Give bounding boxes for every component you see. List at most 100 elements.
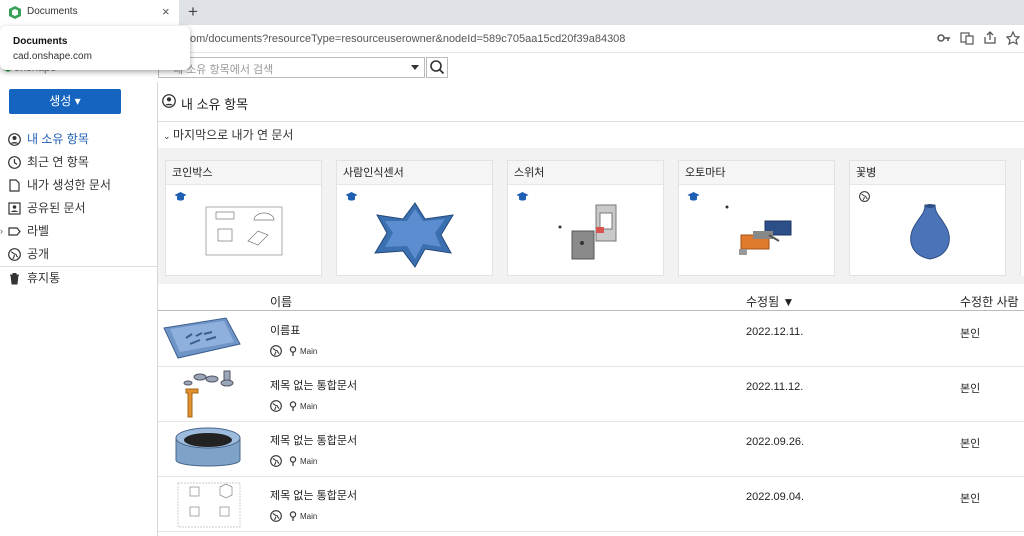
graduation-cap-icon <box>516 192 529 201</box>
label-tag-icon <box>8 227 21 236</box>
tooltip-title: Documents <box>13 36 68 47</box>
sidebar-item-recent[interactable]: 최근 연 항목 <box>0 151 157 174</box>
modified-date: 2022.09.26. <box>746 436 805 448</box>
search-icon <box>430 60 445 75</box>
branch-pin-icon <box>289 401 297 411</box>
close-tab-icon[interactable]: × <box>162 4 170 19</box>
column-modified[interactable]: 수정됨 ▼ <box>746 293 794 310</box>
globe-icon <box>859 191 870 202</box>
document-name[interactable]: 이름표 <box>270 322 300 338</box>
sidebar-item-label: 공유된 문서 <box>27 201 86 215</box>
document-name[interactable]: 제목 없는 통합문서 <box>270 377 357 393</box>
document-name[interactable]: 제목 없는 통합문서 <box>270 432 357 448</box>
globe-icon <box>270 400 282 412</box>
branch-name: Main <box>300 402 318 411</box>
sidebar-item-public[interactable]: 공개 <box>0 243 157 266</box>
card-title: 꽃병 <box>850 161 1005 185</box>
onshape-favicon-icon <box>9 6 21 19</box>
graduation-cap-icon <box>687 192 700 201</box>
sidebar-item-shared[interactable]: 공유된 문서 <box>0 197 157 220</box>
modified-date: 2022.09.04. <box>746 491 805 503</box>
star-sensor-thumbnail <box>374 202 454 268</box>
drawing-thumbnail <box>177 482 241 528</box>
tooltip-host: cad.onshape.com <box>13 51 92 62</box>
sidebar-item-my-items[interactable]: 내 소유 항목 <box>0 128 157 151</box>
recent-section-title: 마지막으로 내가 연 문서 <box>173 128 294 142</box>
table-row[interactable]: 제목 없는 통합문서 Main 2022.09.26. 본인 <box>158 422 1024 477</box>
new-tab-button[interactable]: + <box>188 2 198 22</box>
tab-hover-card: Documents cad.onshape.com <box>0 26 190 70</box>
sidebar-item-created-by-me[interactable]: 내가 생성한 문서 <box>0 174 157 197</box>
recent-doc-card[interactable]: 스위처 <box>507 160 664 276</box>
sidebar-nav: 내 소유 항목 최근 연 항목 내가 생성한 문서 공유된 문서 › 라벨 공개… <box>0 128 157 290</box>
graduation-cap-icon <box>174 192 187 201</box>
modified-by: 본인 <box>960 328 981 340</box>
star-icon[interactable] <box>1005 30 1021 46</box>
sidebar-item-trash[interactable]: 휴지통 <box>0 267 157 290</box>
shared-user-icon <box>8 202 21 215</box>
document-name[interactable]: 제목 없는 통합문서 <box>270 487 357 503</box>
automata-thumbnail <box>725 205 792 255</box>
chevron-right-icon[interactable]: › <box>0 220 3 243</box>
recent-doc-card-partial[interactable] <box>1020 160 1024 276</box>
card-title: 오토마타 <box>679 161 834 185</box>
trash-icon <box>10 273 19 285</box>
globe-icon <box>270 455 282 467</box>
recent-doc-card[interactable]: 꽃병 <box>849 160 1006 276</box>
parts-thumbnail <box>183 370 234 418</box>
modified-by: 본인 <box>960 493 981 505</box>
vase-thumbnail <box>910 204 950 260</box>
recent-doc-card[interactable]: 사람인식센서 <box>336 160 493 276</box>
modified-by: 본인 <box>960 438 981 450</box>
clock-icon <box>8 156 21 169</box>
user-circle-icon <box>8 133 21 146</box>
nameplate-thumbnail <box>163 317 241 359</box>
globe-icon <box>270 345 282 357</box>
recent-doc-card[interactable]: 오토마타 <box>678 160 835 276</box>
branch-name: Main <box>300 347 318 356</box>
column-name[interactable]: 이름 <box>270 293 292 310</box>
column-modified-by[interactable]: 수정한 사람 <box>960 293 1019 310</box>
chevron-down-icon[interactable] <box>411 65 419 70</box>
sidebar-item-label: 휴지통 <box>27 271 61 285</box>
key-icon[interactable] <box>937 31 951 45</box>
card-title: 사람인식센서 <box>337 161 492 185</box>
tab-title: Documents <box>27 6 78 17</box>
user-circle-icon <box>162 94 176 108</box>
documents-table-header: 이름 수정됨 ▼ 수정한 사람 <box>158 288 1024 311</box>
coinbox-thumbnail <box>205 206 283 256</box>
branch-name: Main <box>300 457 318 466</box>
browser-tab[interactable]: Documents × <box>0 0 179 25</box>
sidebar-item-label: 내 소유 항목 <box>27 132 89 146</box>
sidebar-item-label: 최근 연 항목 <box>27 155 89 169</box>
sidebar-item-label: 라벨 <box>27 224 50 238</box>
share-icon[interactable] <box>983 31 997 45</box>
graduation-cap-icon <box>345 192 358 201</box>
sidebar-item-labels[interactable]: › 라벨 <box>0 220 157 243</box>
sidebar-item-label: 공개 <box>27 247 50 261</box>
recent-section-toggle[interactable]: ⌄ 마지막으로 내가 연 문서 <box>163 126 293 143</box>
page-title: 내 소유 항목 <box>181 97 249 112</box>
table-row[interactable]: 제목 없는 통합문서 Main 2022.09.04. 본인 <box>158 477 1024 532</box>
modified-date: 2022.11.12. <box>746 381 804 393</box>
chevron-down-icon: ⌄ <box>163 131 171 141</box>
search-input[interactable]: 내 소유 항목에서 검색 <box>158 57 425 78</box>
divider <box>158 121 1024 122</box>
table-row[interactable]: 제목 없는 통합문서 Main 2022.11.12. 본인 <box>158 367 1024 422</box>
document-icon <box>9 179 20 192</box>
branch-pin-icon <box>289 456 297 466</box>
url-field[interactable]: om/documents?resourceType=resourceuserow… <box>190 33 625 45</box>
modified-by: 본인 <box>960 383 981 395</box>
globe-icon <box>270 510 282 522</box>
card-title: 코인박스 <box>166 161 321 185</box>
table-row[interactable]: 이름표 Main 2022.12.11. 본인 <box>158 312 1024 367</box>
translate-icon[interactable] <box>960 31 974 45</box>
branch-name: Main <box>300 512 318 521</box>
sidebar-item-label: 내가 생성한 문서 <box>27 178 111 192</box>
recent-doc-card[interactable]: 코인박스 <box>165 160 322 276</box>
switch-thumbnail <box>558 204 617 260</box>
search-button[interactable] <box>426 57 448 78</box>
browser-tab-bar: Documents × + <box>0 0 1024 25</box>
create-button[interactable]: 생성 ▾ <box>9 89 121 114</box>
branch-pin-icon <box>289 511 297 521</box>
